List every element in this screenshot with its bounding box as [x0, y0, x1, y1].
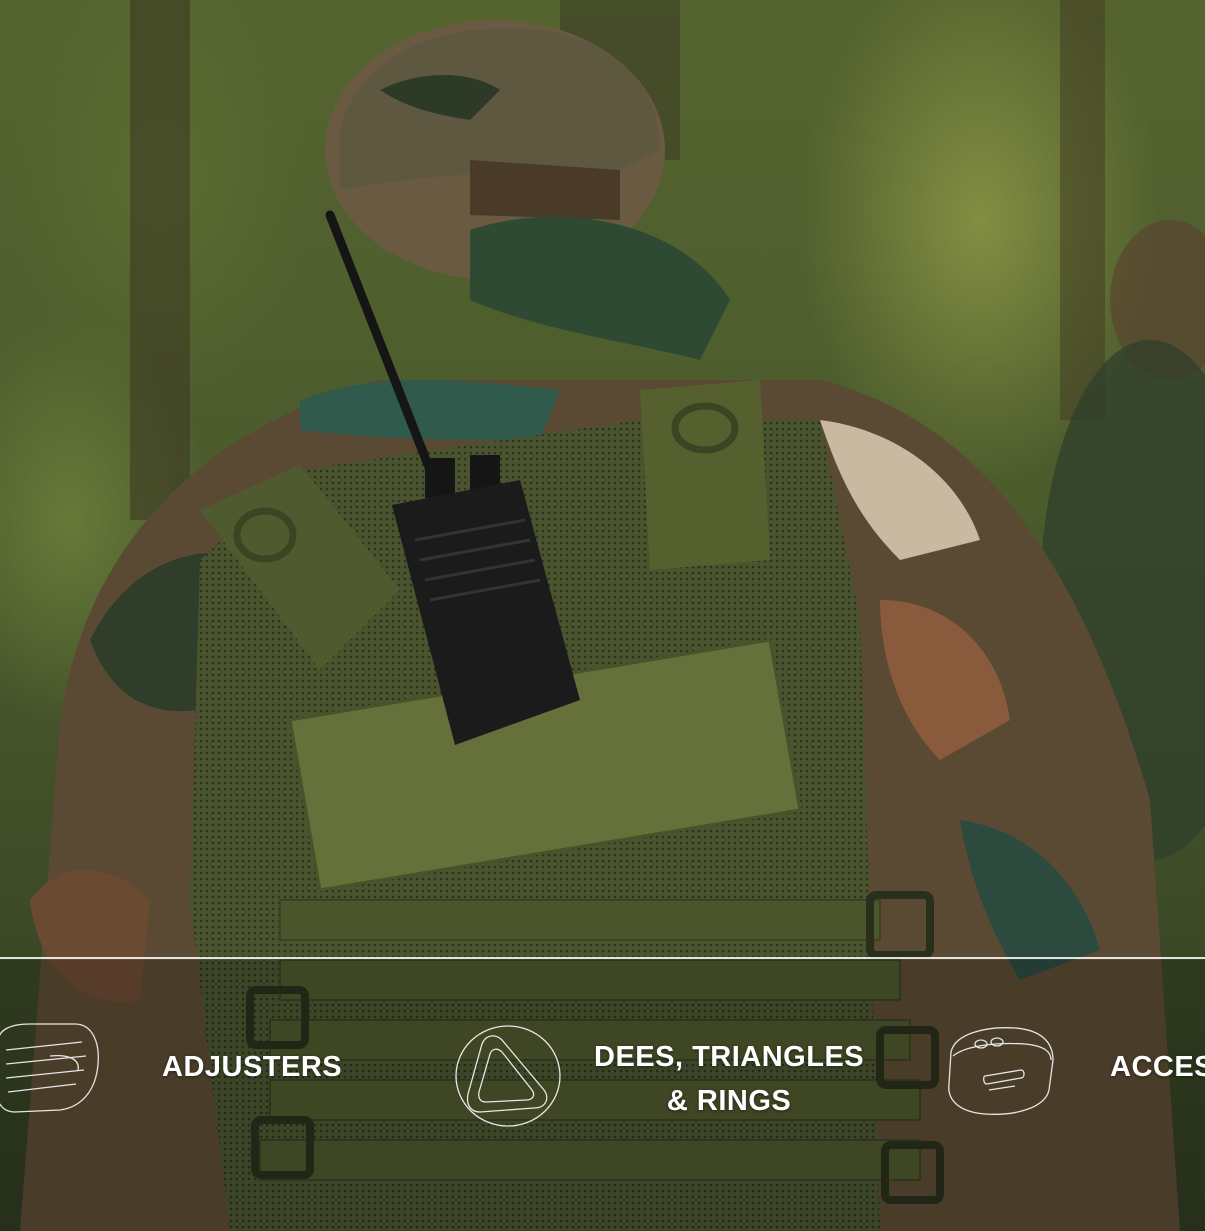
adjuster-buckle-icon [0, 1023, 99, 1113]
category-accessories-label: ACCES [1110, 1051, 1205, 1083]
category-dees-label-line1: DEES, TRIANGLES [594, 1041, 865, 1073]
category-dees-label-line2: & RINGS [666, 1085, 792, 1117]
category-dees-triangles-rings[interactable]: DEES, TRIANGLES & RINGS [452, 1020, 864, 1130]
triangle-ring-icon [455, 1025, 561, 1127]
category-adjusters[interactable]: ADJUSTERS [0, 1012, 342, 1122]
hero-divider [0, 957, 1205, 959]
category-accessories[interactable]: ACCES [945, 1012, 1205, 1122]
category-adjusters-label: ADJUSTERS [162, 1051, 343, 1083]
accessory-buckle-icon [948, 1027, 1054, 1115]
